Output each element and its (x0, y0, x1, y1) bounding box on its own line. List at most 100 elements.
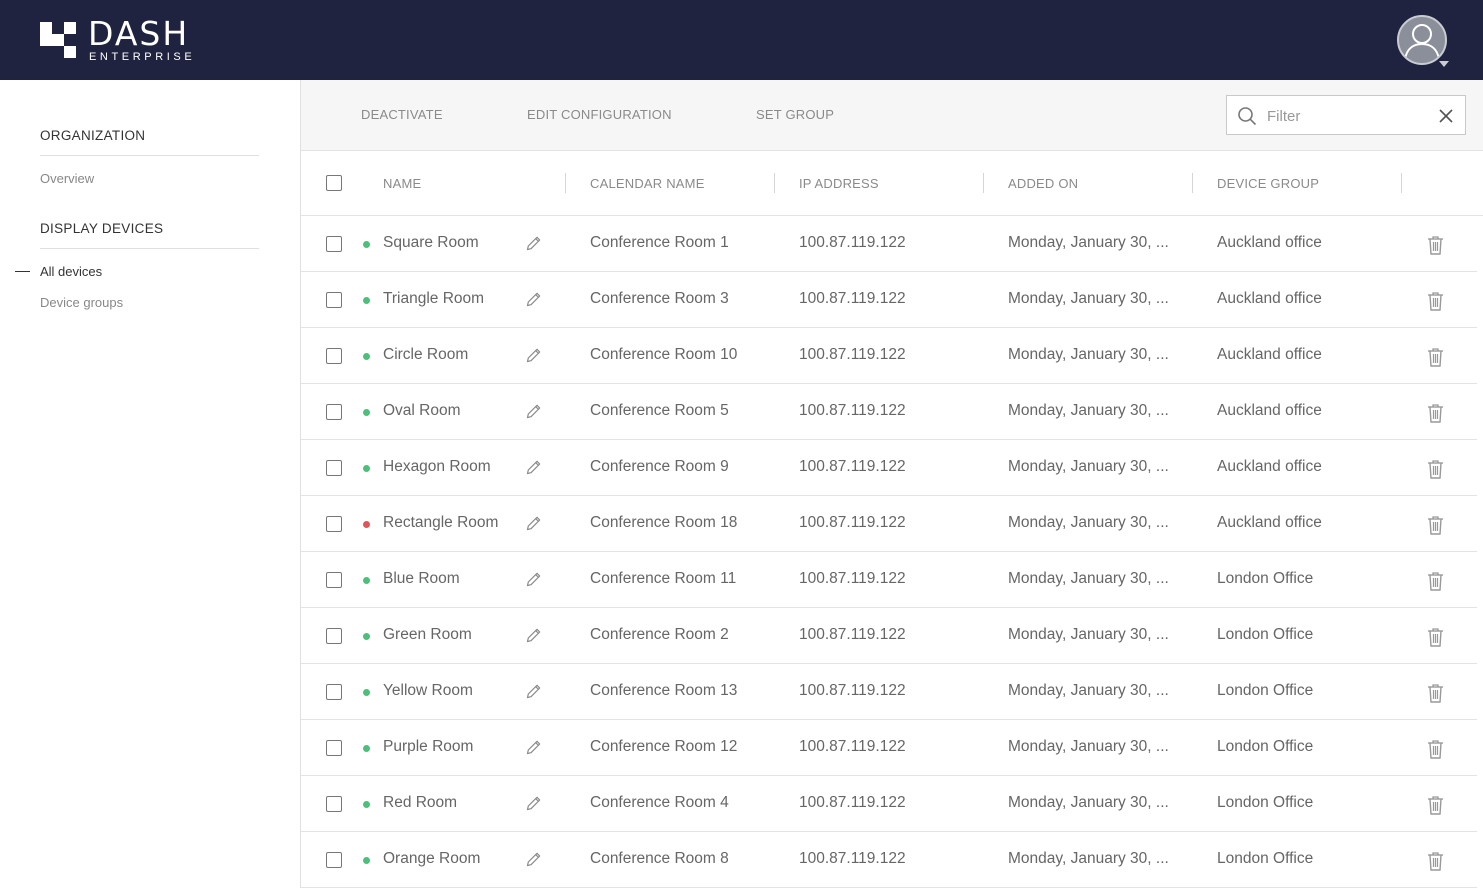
trash-icon[interactable] (1427, 571, 1444, 591)
row-checkbox[interactable] (326, 516, 342, 532)
calendar-name: Conference Room 12 (590, 738, 738, 755)
pencil-icon[interactable] (525, 851, 542, 868)
top-bar: DASH ENTERPRISE (0, 0, 1483, 80)
row-checkbox[interactable] (326, 796, 342, 812)
trash-icon[interactable] (1427, 739, 1444, 759)
row-checkbox[interactable] (326, 572, 342, 588)
pencil-icon[interactable] (525, 515, 542, 532)
row-checkbox[interactable] (326, 460, 342, 476)
filter-box (1226, 95, 1466, 135)
trash-icon[interactable] (1427, 795, 1444, 815)
status-dot-icon (363, 577, 370, 584)
device-name: Blue Room (383, 570, 460, 587)
added-on: Monday, January 30, ... (1008, 346, 1169, 363)
set-group-button[interactable]: SET GROUP (756, 107, 834, 122)
pencil-icon[interactable] (525, 235, 542, 252)
device-group: London Office (1217, 570, 1314, 587)
trash-icon[interactable] (1427, 403, 1444, 423)
calendar-name: Conference Room 1 (590, 234, 729, 251)
trash-icon[interactable] (1427, 851, 1444, 871)
table-row[interactable]: Circle Room Conference Room 10 100.87.119.… (301, 328, 1477, 384)
pencil-icon[interactable] (525, 683, 542, 700)
device-name: Circle Room (383, 346, 469, 363)
device-group: Auckland office (1217, 290, 1322, 307)
table-row[interactable]: Rectangle Room Conference Room 18 100.87.1… (301, 496, 1477, 552)
row-checkbox[interactable] (326, 236, 342, 252)
column-header-name[interactable]: NAME (383, 176, 421, 191)
pencil-icon[interactable] (525, 347, 542, 364)
trash-icon[interactable] (1427, 515, 1444, 535)
avatar-dropdown-chevron-icon[interactable] (1439, 61, 1449, 67)
table-row[interactable]: Triangle Room Conference Room 3 100.87.119… (301, 272, 1477, 328)
table-row[interactable]: Oval Room Conference Room 5 100.87.119.122… (301, 384, 1477, 440)
table-row[interactable]: Hexagon Room Conference Room 9 100.87.119.… (301, 440, 1477, 496)
added-on: Monday, January 30, ... (1008, 514, 1169, 531)
ip-address: 100.87.119.122 (799, 234, 906, 251)
pencil-icon[interactable] (525, 291, 542, 308)
table-row[interactable]: Green Room Conference Room 2 100.87.119.12… (301, 608, 1477, 664)
ip-address: 100.87.119.122 (799, 458, 906, 475)
select-all-checkbox[interactable] (326, 175, 342, 191)
status-dot-icon (363, 745, 370, 752)
deactivate-button[interactable]: DEACTIVATE (361, 107, 443, 122)
table-row[interactable]: Blue Room Conference Room 11 100.87.119.12… (301, 552, 1477, 608)
table-row[interactable]: Orange Room Conference Room 8 100.87.119.1… (301, 832, 1477, 888)
close-icon[interactable] (1437, 107, 1455, 125)
table-row[interactable]: Square Room Conference Room 1 100.87.119.1… (301, 216, 1477, 272)
trash-icon[interactable] (1427, 291, 1444, 311)
column-header-device-group[interactable]: DEVICE GROUP (1217, 176, 1319, 191)
trash-icon[interactable] (1427, 459, 1444, 479)
pencil-icon[interactable] (525, 403, 542, 420)
sidebar-item-all-devices[interactable]: All devices (40, 264, 102, 279)
edit-configuration-button[interactable]: EDIT CONFIGURATION (527, 107, 672, 122)
status-dot-icon (363, 857, 370, 864)
pencil-icon[interactable] (525, 571, 542, 588)
sidebar-item-device-groups[interactable]: Device groups (40, 295, 123, 310)
trash-icon[interactable] (1427, 347, 1444, 367)
column-header-calendar-name[interactable]: CALENDAR NAME (590, 176, 705, 191)
ip-address: 100.87.119.122 (799, 570, 906, 587)
pencil-icon[interactable] (525, 795, 542, 812)
row-checkbox[interactable] (326, 740, 342, 756)
table-row[interactable]: Purple Room Conference Room 12 100.87.119.… (301, 720, 1477, 776)
sidebar-item-overview[interactable]: Overview (40, 171, 94, 186)
ip-address: 100.87.119.122 (799, 346, 906, 363)
column-divider[interactable] (565, 173, 566, 193)
calendar-name: Conference Room 2 (590, 626, 729, 643)
calendar-name: Conference Room 9 (590, 458, 729, 475)
table-row[interactable]: Yellow Room Conference Room 13 100.87.119.… (301, 664, 1477, 720)
column-divider[interactable] (1401, 173, 1402, 193)
trash-icon[interactable] (1427, 627, 1444, 647)
pencil-icon[interactable] (525, 627, 542, 644)
column-header-added-on[interactable]: ADDED ON (1008, 176, 1078, 191)
device-name: Oval Room (383, 402, 461, 419)
trash-icon[interactable] (1427, 235, 1444, 255)
table-row[interactable]: Red Room Conference Room 4 100.87.119.122 M… (301, 776, 1477, 832)
trash-icon[interactable] (1427, 683, 1444, 703)
sidebar: ORGANIZATION Overview DISPLAY DEVICES Al… (0, 80, 300, 888)
column-header-ip-address[interactable]: IP ADDRESS (799, 176, 879, 191)
row-checkbox[interactable] (326, 348, 342, 364)
row-checkbox[interactable] (326, 404, 342, 420)
column-divider[interactable] (1192, 173, 1193, 193)
column-divider[interactable] (774, 173, 775, 193)
ip-address: 100.87.119.122 (799, 290, 906, 307)
user-avatar-icon[interactable] (1397, 15, 1447, 65)
pencil-icon[interactable] (525, 459, 542, 476)
pencil-icon[interactable] (525, 739, 542, 756)
ip-address: 100.87.119.122 (799, 682, 906, 699)
ip-address: 100.87.119.122 (799, 850, 906, 867)
row-checkbox[interactable] (326, 684, 342, 700)
logo[interactable]: DASH ENTERPRISE (40, 17, 195, 63)
ip-address: 100.87.119.122 (799, 402, 906, 419)
filter-input[interactable] (1267, 105, 1427, 127)
row-checkbox[interactable] (326, 628, 342, 644)
row-checkbox[interactable] (326, 292, 342, 308)
column-divider[interactable] (983, 173, 984, 193)
added-on: Monday, January 30, ... (1008, 570, 1169, 587)
added-on: Monday, January 30, ... (1008, 626, 1169, 643)
calendar-name: Conference Room 5 (590, 402, 729, 419)
row-checkbox[interactable] (326, 852, 342, 868)
calendar-name: Conference Room 4 (590, 794, 729, 811)
status-dot-icon (363, 801, 370, 808)
